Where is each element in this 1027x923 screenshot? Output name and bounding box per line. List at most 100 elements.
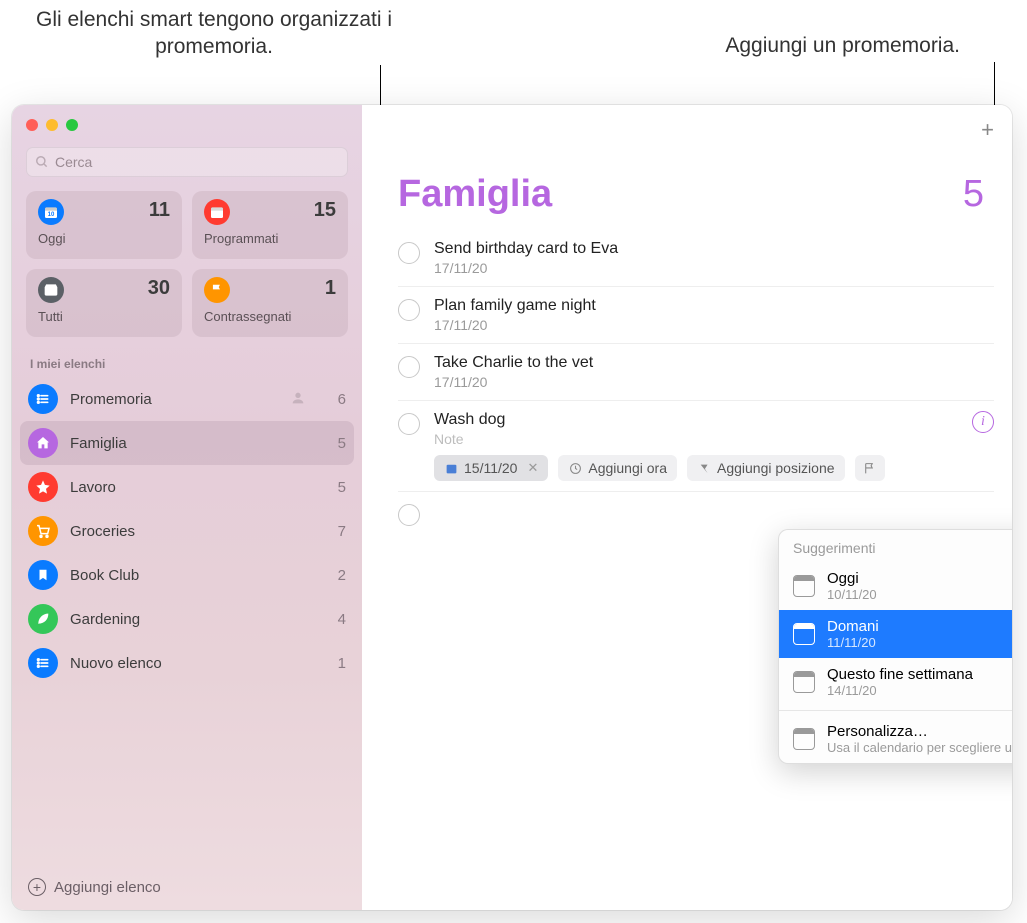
smart-count: 11 xyxy=(149,199,170,222)
callout-smart-lists: Gli elenchi smart tengono organizzati i … xyxy=(34,6,394,61)
suggestion-sub: Usa il calendario per scegliere una data xyxy=(827,740,1012,755)
reminder-checkbox[interactable] xyxy=(398,299,420,321)
chip-time-label: Aggiungi ora xyxy=(588,460,667,476)
suggestion-custom[interactable]: Personalizza… Usa il calendario per sceg… xyxy=(779,715,1012,763)
list-count: 5 xyxy=(324,435,346,452)
suggestion-sub: 10/11/20 xyxy=(827,587,877,602)
reminder-checkbox[interactable] xyxy=(398,356,420,378)
sidebar-item-gardening[interactable]: Gardening 4 xyxy=(12,597,362,641)
clock-icon xyxy=(568,461,582,475)
suggestions-header: Suggerimenti xyxy=(779,530,1012,562)
smart-card-oggi[interactable]: 10 11 Oggi xyxy=(26,191,182,259)
chip-flag[interactable] xyxy=(855,455,885,481)
home-icon xyxy=(28,428,58,458)
person-icon xyxy=(290,390,308,408)
minimize-button[interactable] xyxy=(46,119,58,131)
list-label: Famiglia xyxy=(70,435,312,452)
smart-label: Tutti xyxy=(38,309,170,324)
suggestion-questo-fine-settimana[interactable]: Questo fine settimana 14/11/20 xyxy=(779,658,1012,706)
page-title: Famiglia xyxy=(398,173,552,216)
tray-icon xyxy=(38,277,64,303)
list-icon xyxy=(28,648,58,678)
sidebar: Cerca 10 11 Oggi 15 Programmati 30 Tutti… xyxy=(12,105,362,910)
info-button[interactable]: i xyxy=(972,411,994,433)
calendar-icon xyxy=(444,461,458,475)
suggestion-domani[interactable]: Domani 11/11/20 xyxy=(779,610,1012,658)
reminder-date: 17/11/20 xyxy=(434,317,994,333)
callout-line xyxy=(994,62,995,110)
calendar-day-icon: 10 xyxy=(38,199,64,225)
close-icon[interactable]: ✕ xyxy=(527,460,538,476)
list-count: 6 xyxy=(324,391,346,408)
suggestion-label: Questo fine settimana xyxy=(827,666,973,683)
maximize-button[interactable] xyxy=(66,119,78,131)
main-panel: + Famiglia 5 Send birthday card to Eva17… xyxy=(362,105,1012,910)
location-icon xyxy=(697,461,711,475)
sidebar-item-groceries[interactable]: Groceries 7 xyxy=(12,509,362,553)
suggestion-oggi[interactable]: Oggi 10/11/20 xyxy=(779,562,1012,610)
smart-count: 30 xyxy=(148,277,170,300)
bookmark-icon xyxy=(28,560,58,590)
reminder-checkbox[interactable] xyxy=(398,413,420,435)
search-icon xyxy=(35,155,49,169)
smart-card-tutti[interactable]: 30 Tutti xyxy=(26,269,182,337)
list-count: 5 xyxy=(324,479,346,496)
list-label: Book Club xyxy=(70,567,312,584)
calendar-icon xyxy=(204,199,230,225)
plus-circle-icon: + xyxy=(28,878,46,896)
add-list-label: Aggiungi elenco xyxy=(54,879,161,896)
reminder-row[interactable]: Send birthday card to Eva17/11/20 xyxy=(398,230,994,287)
reminder-title: Send birthday card to Eva xyxy=(434,240,994,258)
sidebar-item-nuovo-elenco[interactable]: Nuovo elenco 1 xyxy=(12,641,362,685)
chip-add-time[interactable]: Aggiungi ora xyxy=(558,455,677,481)
page-count: 5 xyxy=(963,173,984,216)
chip-location-label: Aggiungi posizione xyxy=(717,460,835,476)
app-window: Cerca 10 11 Oggi 15 Programmati 30 Tutti… xyxy=(12,105,1012,910)
my-lists-header: I miei elenchi xyxy=(12,347,362,377)
add-reminder-button[interactable]: + xyxy=(981,117,994,143)
callout-add-reminder: Aggiungi un promemoria. xyxy=(650,32,960,59)
svg-text:10: 10 xyxy=(48,212,55,218)
search-input[interactable]: Cerca xyxy=(26,147,348,177)
suggestion-label: Domani xyxy=(827,618,879,635)
sidebar-item-book-club[interactable]: Book Club 2 xyxy=(12,553,362,597)
calendar-icon xyxy=(793,575,815,597)
list-label: Groceries xyxy=(70,523,312,540)
sidebar-item-promemoria[interactable]: Promemoria 6 xyxy=(12,377,362,421)
list-count: 2 xyxy=(324,567,346,584)
smart-card-contrassegnati[interactable]: 1 Contrassegnati xyxy=(192,269,348,337)
reminder-date: 17/11/20 xyxy=(434,374,994,390)
calendar-icon xyxy=(793,671,815,693)
add-list-button[interactable]: + Aggiungi elenco xyxy=(12,868,362,910)
cart-icon xyxy=(28,516,58,546)
list-label: Promemoria xyxy=(70,391,278,408)
close-button[interactable] xyxy=(26,119,38,131)
star-icon xyxy=(28,472,58,502)
reminder-checkbox[interactable] xyxy=(398,504,420,526)
reminder-note-placeholder[interactable]: Note xyxy=(434,431,964,447)
smart-label: Programmati xyxy=(204,231,336,246)
chip-add-location[interactable]: Aggiungi posizione xyxy=(687,455,845,481)
calendar-icon xyxy=(793,728,815,750)
list-label: Gardening xyxy=(70,611,312,628)
reminder-row[interactable]: Plan family game night17/11/20 xyxy=(398,287,994,344)
flag-icon xyxy=(204,277,230,303)
sidebar-item-famiglia[interactable]: Famiglia 5 xyxy=(20,421,354,465)
reminder-checkbox[interactable] xyxy=(398,242,420,264)
list-icon xyxy=(28,384,58,414)
suggestions-popover: Suggerimenti Oggi 10/11/20 Domani 11/11/… xyxy=(778,529,1012,764)
window-controls xyxy=(12,105,362,141)
leaf-icon xyxy=(28,604,58,634)
smart-card-programmati[interactable]: 15 Programmati xyxy=(192,191,348,259)
smart-lists-grid: 10 11 Oggi 15 Programmati 30 Tutti 1 Con… xyxy=(12,187,362,347)
chip-date[interactable]: 15/11/20✕ xyxy=(434,455,548,481)
reminder-row[interactable]: Take Charlie to the vet 17/11/20 xyxy=(398,344,994,401)
smart-count: 1 xyxy=(325,277,336,300)
list-count: 7 xyxy=(324,523,346,540)
sidebar-item-lavoro[interactable]: Lavoro 5 xyxy=(12,465,362,509)
search-placeholder: Cerca xyxy=(55,154,92,170)
reminder-title: Take Charlie to the vet xyxy=(434,354,994,372)
reminder-row[interactable]: Wash dogNote 15/11/20✕ Aggiungi ora Aggi… xyxy=(398,401,994,492)
list-label: Nuovo elenco xyxy=(70,655,312,672)
smart-label: Oggi xyxy=(38,231,170,246)
